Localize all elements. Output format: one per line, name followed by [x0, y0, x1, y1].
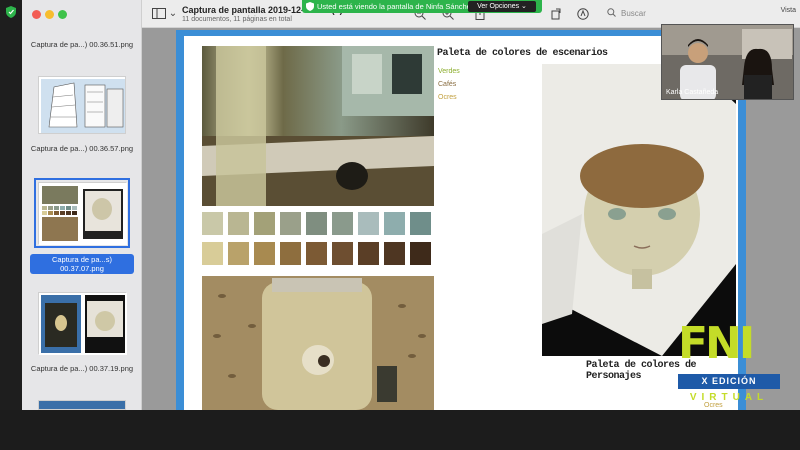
swatch	[306, 242, 327, 265]
thumbnail-page-5[interactable]	[38, 400, 126, 410]
character-image	[542, 64, 736, 356]
swatch	[358, 212, 379, 235]
swatch	[280, 242, 301, 265]
thumbnail-image	[41, 79, 125, 133]
character-photo	[542, 64, 736, 356]
palette-scenes-item: Ocres	[438, 94, 457, 101]
virtual-label: VIRTUAL	[689, 392, 769, 403]
page: Paleta de colores de escenarios Verdes C…	[184, 36, 738, 410]
sidebar-toggle-icon[interactable]	[152, 8, 166, 20]
scene-photo-jar	[202, 276, 434, 410]
swatch	[202, 242, 223, 265]
scene-photo-window	[202, 46, 434, 206]
swatch	[306, 212, 327, 235]
swatch	[202, 212, 223, 235]
thumbnail-image	[39, 293, 127, 355]
scene-image	[202, 46, 434, 206]
participant-video-tile[interactable]: Karla Castañeda	[661, 24, 794, 100]
swatch	[254, 212, 275, 235]
thumbnail-page-2[interactable]	[38, 76, 126, 134]
document-subtitle: 11 documentos, 11 páginas en total	[182, 16, 292, 23]
swatch	[384, 242, 405, 265]
fni-logo-letters: FNI	[678, 318, 755, 369]
thumbnail-caption[interactable]: Captura de pa...) 00.36.51.png	[22, 40, 142, 49]
thumbnail-page-3-selected[interactable]	[34, 178, 130, 248]
view-options-button[interactable]: Ver Opciones ⌄	[468, 1, 536, 12]
swatch	[228, 212, 249, 235]
thumbnail-caption-selected[interactable]: Captura de pa...s) 00.37.07.png	[30, 254, 134, 274]
search-placeholder: Buscar	[621, 9, 646, 18]
swatch	[332, 242, 353, 265]
view-label[interactable]: Vista	[781, 7, 796, 14]
thumbnail-image	[39, 183, 127, 245]
zoom-left-strip	[0, 0, 22, 410]
screen-share-banner: Usted está viendo la pantalla de Ninfa S…	[302, 0, 542, 13]
edition-badge: X EDICIÓN	[678, 374, 780, 389]
rotate-icon[interactable]	[550, 8, 562, 20]
swatch	[228, 242, 249, 265]
thumbnail-caption[interactable]: Captura de pa...) 00.37.19.png	[22, 364, 142, 373]
palette-scenes-item: Verdes	[438, 68, 460, 75]
minimize-window-button[interactable]	[45, 10, 54, 19]
swatch	[358, 242, 379, 265]
chevron-down-icon[interactable]: ⌄	[167, 8, 179, 20]
search-field[interactable]: Buscar	[607, 6, 737, 22]
palette-scenes-title: Paleta de colores de escenarios	[437, 48, 608, 59]
markup-icon[interactable]	[577, 8, 589, 20]
search-icon	[607, 8, 616, 19]
swatch	[254, 242, 275, 265]
zoom-window-button[interactable]	[58, 10, 67, 19]
swatch	[332, 212, 353, 235]
close-window-button[interactable]	[32, 10, 41, 19]
thumbnail-sidebar: Captura de pa...) 00.36.51.png Captura d…	[22, 0, 142, 410]
swatch	[410, 242, 431, 265]
participant-name: Karla Castañeda	[666, 89, 719, 96]
swatch	[280, 212, 301, 235]
view-options-label: Ver Opciones	[477, 3, 520, 10]
thumbnail-caption[interactable]: Captura de pa...) 00.36.57.png	[22, 144, 142, 153]
screen-share-text: Usted está viendo la pantalla de Ninfa S…	[317, 2, 475, 11]
festival-logo: FNI X EDICIÓN VIRTUAL	[674, 322, 784, 410]
swatch	[384, 212, 405, 235]
bottom-black-bar	[0, 410, 800, 450]
swatch	[410, 212, 431, 235]
scene-image	[202, 276, 434, 410]
shield-icon	[306, 2, 314, 11]
security-shield-icon[interactable]	[6, 6, 16, 18]
thumbnail-page-4[interactable]	[38, 292, 127, 355]
palette-scenes-item: Cafés	[438, 81, 457, 88]
